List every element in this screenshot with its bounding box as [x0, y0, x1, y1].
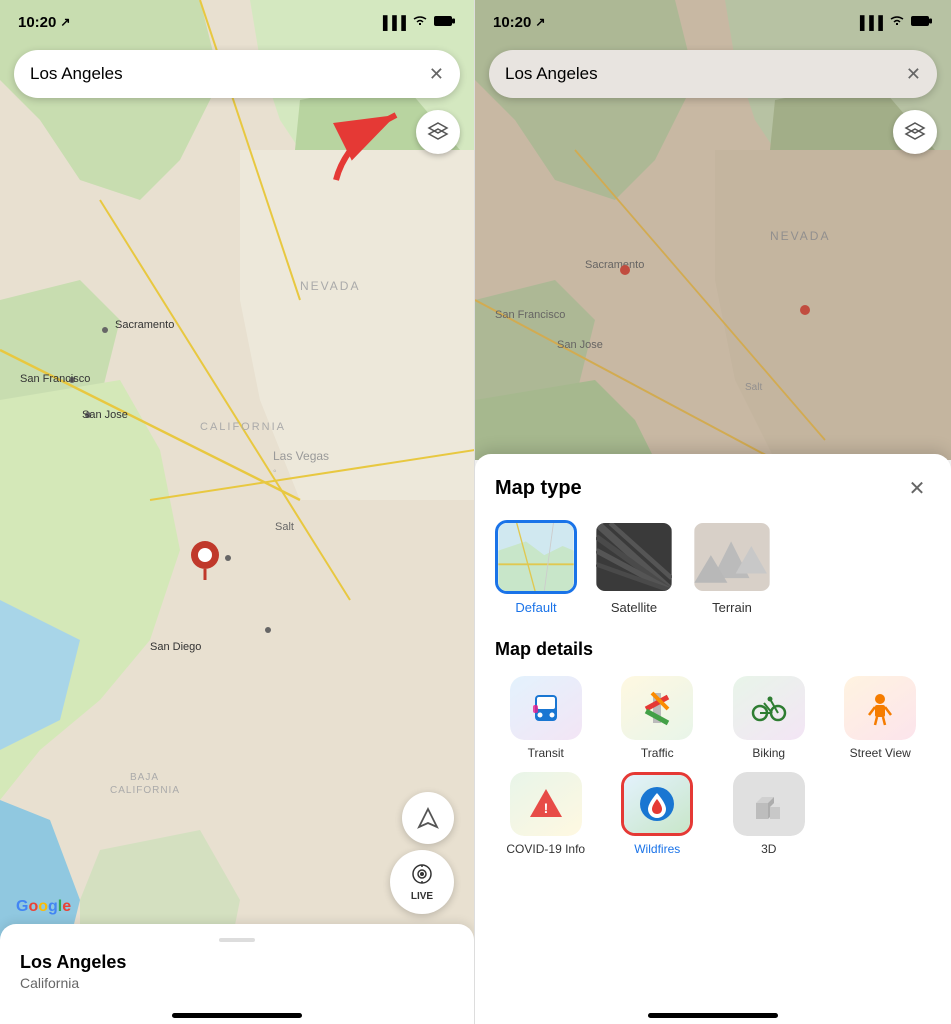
map-type-sheet: Map type ✕ Default	[475, 454, 951, 1024]
search-close-left[interactable]: ✕	[429, 64, 444, 85]
svg-text:Sacramento: Sacramento	[115, 319, 174, 331]
map-type-default[interactable]: Default	[495, 520, 577, 615]
red-arrow-annotation	[326, 100, 426, 195]
svg-text:BAJA: BAJA	[130, 772, 159, 783]
location-arrow-left: ↗	[60, 15, 70, 29]
detail-3d[interactable]: 3D	[718, 772, 820, 856]
wildfires-label: Wildfires	[634, 842, 680, 856]
bottom-card: Los Angeles California	[0, 924, 474, 1024]
navigation-button[interactable]	[402, 792, 454, 844]
svg-text:Las Vegas: Las Vegas	[273, 449, 329, 463]
svg-text:San Francisco: San Francisco	[20, 373, 90, 385]
bottom-card-title: Los Angeles	[20, 952, 454, 973]
home-indicator-left	[172, 1013, 302, 1018]
traffic-label: Traffic	[641, 746, 674, 760]
3d-thumb	[733, 772, 805, 836]
search-bar-left[interactable]: Los Angeles ✕	[14, 50, 460, 98]
biking-thumb	[733, 676, 805, 740]
traffic-thumb	[621, 676, 693, 740]
wifi-icon-right	[889, 15, 905, 30]
map-details-title: Map details	[495, 639, 931, 660]
transit-label: Transit	[528, 746, 564, 760]
map-type-terrain-label: Terrain	[712, 600, 752, 615]
status-icons-right: ▐▐▐	[855, 15, 933, 30]
location-arrow-right: ↗	[535, 15, 545, 29]
detail-biking[interactable]: Biking	[718, 676, 820, 760]
biking-label: Biking	[752, 746, 785, 760]
3d-label: 3D	[761, 842, 776, 856]
svg-text:Salt: Salt	[275, 521, 294, 533]
map-type-terrain[interactable]: Terrain	[691, 520, 773, 615]
time-left: 10:20 ↗	[18, 14, 70, 31]
bottom-card-handle	[219, 938, 255, 942]
map-type-satellite-thumb	[593, 520, 675, 594]
svg-text:San Diego: San Diego	[150, 641, 201, 653]
svg-text:◦: ◦	[273, 466, 277, 477]
search-text-left: Los Angeles	[30, 64, 429, 84]
sheet-close-button[interactable]: ✕	[903, 474, 931, 502]
street-view-thumb	[844, 676, 916, 740]
status-bar-right: 10:20 ↗ ▐▐▐	[475, 0, 951, 44]
signal-icon-right: ▐▐▐	[855, 15, 883, 30]
map-type-title: Map type	[495, 477, 582, 500]
street-view-label: Street View	[850, 746, 911, 760]
svg-text:NEVADA: NEVADA	[300, 279, 360, 293]
battery-icon-right	[911, 15, 933, 30]
live-icon	[411, 863, 433, 891]
covid-thumb: !	[510, 772, 582, 836]
right-phone: Sacramento San Francisco San Jose NEVADA…	[475, 0, 951, 1024]
status-icons-left: ▐▐▐	[378, 15, 456, 30]
svg-text:San Jose: San Jose	[82, 409, 128, 421]
map-details-grid: Transit Traffic	[495, 676, 931, 856]
map-type-default-label: Default	[515, 600, 556, 615]
sheet-header: Map type ✕	[495, 474, 931, 502]
search-bar-right[interactable]: Los Angeles ✕	[489, 50, 937, 98]
map-type-row: Default Satellite	[495, 520, 931, 615]
detail-transit[interactable]: Transit	[495, 676, 597, 760]
search-text-right: Los Angeles	[505, 64, 906, 84]
svg-text:!: !	[543, 800, 548, 816]
detail-street-view[interactable]: Street View	[830, 676, 932, 760]
google-logo: Google	[16, 898, 71, 916]
wildfires-thumb-border	[621, 772, 693, 836]
layers-button-right[interactable]	[893, 110, 937, 154]
battery-icon-left	[434, 15, 456, 30]
left-phone: Sacramento San Francisco San Jose Las Ve…	[0, 0, 475, 1024]
wifi-icon-left	[412, 15, 428, 30]
transit-thumb	[510, 676, 582, 740]
detail-traffic[interactable]: Traffic	[607, 676, 709, 760]
home-indicator-right	[648, 1013, 778, 1018]
map-type-satellite-label: Satellite	[611, 600, 657, 615]
map-type-satellite[interactable]: Satellite	[593, 520, 675, 615]
status-bar-left: 10:20 ↗ ▐▐▐	[0, 0, 474, 44]
detail-wildfires[interactable]: Wildfires	[607, 772, 709, 856]
detail-covid[interactable]: ! COVID-19 Info	[495, 772, 597, 856]
svg-text:CALIFORNIA: CALIFORNIA	[110, 785, 180, 796]
covid-label: COVID-19 Info	[506, 842, 585, 856]
signal-icon-left: ▐▐▐	[378, 15, 406, 30]
search-close-right[interactable]: ✕	[906, 64, 921, 85]
live-button[interactable]: LIVE	[390, 850, 454, 914]
map-type-default-thumb	[495, 520, 577, 594]
time-right: 10:20 ↗	[493, 14, 545, 31]
svg-text:CALIFORNIA: CALIFORNIA	[200, 421, 286, 433]
bottom-card-subtitle: California	[20, 975, 454, 991]
map-type-terrain-thumb	[691, 520, 773, 594]
live-label: LIVE	[411, 891, 433, 902]
